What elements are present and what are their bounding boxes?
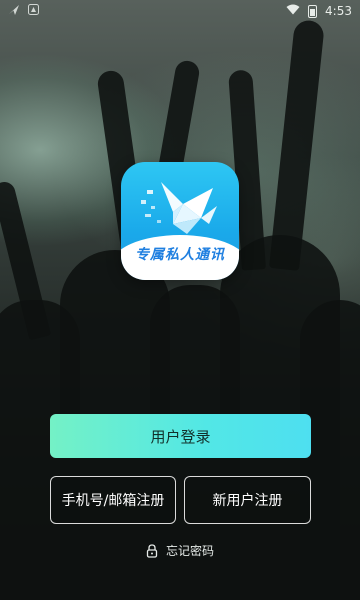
logo-slogan: 专属私人通讯 — [135, 247, 225, 263]
lock-icon — [146, 543, 158, 558]
new-user-register-button[interactable]: 新用户注册 — [184, 476, 311, 524]
wifi-icon — [286, 4, 300, 18]
navigation-icon — [8, 4, 20, 19]
status-time: 4:53 — [325, 4, 352, 18]
battery-icon — [308, 4, 318, 18]
notification-icon — [28, 4, 39, 18]
app-logo: 专属私人通讯 — [121, 162, 239, 280]
login-button[interactable]: 用户登录 — [50, 414, 311, 458]
forgot-password-label: 忘记密码 — [165, 544, 214, 558]
forgot-password-link[interactable]: 忘记密码 — [0, 542, 360, 559]
status-bar: 4:53 — [0, 0, 360, 22]
phone-email-register-button[interactable]: 手机号/邮箱注册 — [50, 476, 176, 524]
